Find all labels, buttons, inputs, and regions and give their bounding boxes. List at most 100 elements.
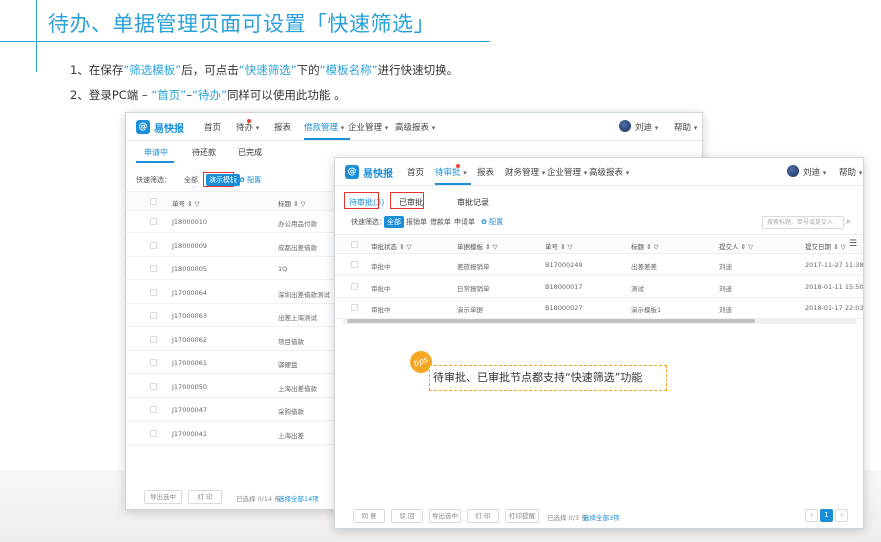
filter-config-link[interactable]: ✿ 配置 <box>481 217 503 227</box>
row-checkbox[interactable] <box>150 382 157 390</box>
print-button[interactable]: 打 印 <box>188 490 222 504</box>
filter-config-label: 配置 <box>489 218 504 226</box>
row-checkbox[interactable] <box>150 265 157 272</box>
filter-config-link[interactable]: ✿ 配置 <box>239 175 261 185</box>
filter-expense[interactable]: 报销单 <box>403 216 430 228</box>
table-row[interactable]: 审批中 演示单据 B18000027 演示模板1 刘迪 2018-01-17 22:03 <box>335 297 863 319</box>
export-selected-button[interactable]: 导出选中 <box>144 490 182 504</box>
column-header-template[interactable]: 单据模板 ⇕ ▽ <box>457 241 498 251</box>
table-row[interactable]: 审批中 差旅报销单 B17000249 出差差差 刘迪 2017-11-27 11:38 <box>335 254 863 276</box>
user-menu[interactable]: 刘迪 ▾ <box>803 166 826 178</box>
nav-home[interactable]: 首页 <box>407 166 424 178</box>
filter-application[interactable]: 申请单 <box>451 216 478 228</box>
active-nav-underline <box>304 138 350 140</box>
nav-home[interactable]: 首页 <box>204 121 221 133</box>
avatar[interactable] <box>619 120 631 132</box>
row-checkbox[interactable] <box>351 304 358 311</box>
search-input[interactable]: 搜索标题、单号或提交人 <box>762 216 844 229</box>
chevron-down-icon: ▾ <box>255 124 260 132</box>
filter-icon: ▽ <box>840 243 846 251</box>
step-text-segment: 进行快速切换。 <box>377 63 459 77</box>
step-text-segment: 同样可以使用此功能 。 <box>226 88 346 102</box>
select-all-checkbox[interactable] <box>150 198 157 205</box>
row-checkbox[interactable] <box>351 282 358 290</box>
cell-number: B18000017 <box>545 282 583 291</box>
scrollbar-thumb[interactable] <box>347 319 755 323</box>
row-checkbox[interactable] <box>150 335 157 343</box>
filter-icon: ▽ <box>653 243 659 251</box>
row-checkbox[interactable] <box>150 406 157 413</box>
search-icon[interactable]: ⌕ <box>846 217 850 227</box>
sub-tabs: 待审批(3) 已审批 审批记录 <box>335 192 863 214</box>
horizontal-scrollbar[interactable] <box>343 318 857 324</box>
nav-enterprise[interactable]: 企业管理 ▾ <box>547 166 587 178</box>
row-checkbox[interactable] <box>150 359 157 366</box>
highlight-box <box>344 192 379 209</box>
export-selected-button[interactable]: 导出选中 <box>429 509 461 523</box>
filter-all[interactable]: 全部 <box>181 174 201 186</box>
selection-count: 已选择 0/3 条 <box>547 514 588 522</box>
select-all-link[interactable]: 选择全部3项 <box>583 512 620 522</box>
cell-number: J17000041 <box>172 429 208 438</box>
pager-next[interactable]: › <box>835 509 848 522</box>
approve-button[interactable]: 同 意 <box>353 509 385 523</box>
tab-pending-repayment[interactable]: 待还款 <box>192 147 216 158</box>
table-row[interactable]: 审批中 日常报销单 B18000017 测试 刘迪 2018-01-11 15:50 <box>335 276 863 298</box>
avatar[interactable] <box>787 165 799 177</box>
nav-advanced-reports[interactable]: 高级报表 ▾ <box>395 121 435 133</box>
tab-approval-records[interactable]: 审批记录 <box>457 197 489 208</box>
select-all-checkbox[interactable] <box>351 241 358 248</box>
nav-enterprise[interactable]: 企业管理 ▾ <box>348 121 388 133</box>
column-header-number[interactable]: 单号 ⇕ ▽ <box>172 198 200 208</box>
nav-todo-label: 待办 <box>236 123 254 133</box>
nav-loan-management[interactable]: 借款管理 ▾ <box>304 121 344 133</box>
row-checkbox[interactable] <box>150 288 157 296</box>
column-header-submitter[interactable]: 提交人 ⇕ ▽ <box>719 241 753 251</box>
nav-pending-approval[interactable]: 待审批 ▾ <box>435 166 467 178</box>
page-title: 待办、单据管理页面可设置「快速筛选」 <box>48 12 435 36</box>
row-checkbox[interactable] <box>150 429 157 437</box>
column-header-status[interactable]: 审批状态 ⇕ ▽ <box>371 241 412 251</box>
tab-applying[interactable]: 申请中 <box>144 147 168 158</box>
pending-approval-window: @ 易快报 首页 待审批 ▾ 报表 财务管理 ▾ 企业管理 ▾ 高级报表 ▾ 刘… <box>334 157 864 529</box>
filter-all[interactable]: 全部 <box>384 216 404 228</box>
column-header-status-label: 审批状态 <box>371 243 397 251</box>
column-header-title[interactable]: 标题 ⇕ ▽ <box>631 241 659 251</box>
row-checkbox[interactable] <box>150 218 157 225</box>
reject-button[interactable]: 驳 回 <box>391 509 423 523</box>
nav-reports[interactable]: 报表 <box>477 166 494 178</box>
row-checkbox[interactable] <box>351 261 358 268</box>
select-all-link[interactable]: 选择全部14项 <box>278 493 319 503</box>
help-menu[interactable]: 帮助 ▾ <box>839 166 862 178</box>
column-settings-icon[interactable]: ☰ <box>849 239 857 249</box>
pager-prev[interactable]: ‹ <box>805 509 818 522</box>
cell-title: 成都出差借款 <box>278 243 317 252</box>
column-header-date[interactable]: 提交日期 ⇕ ▽ <box>805 241 846 251</box>
notification-dot <box>247 119 251 123</box>
filter-icon: ▽ <box>406 243 412 251</box>
user-menu[interactable]: 刘迪 ▾ <box>635 121 658 133</box>
cell-number: J17000047 <box>172 406 208 414</box>
print-reminder-button[interactable]: 打印提醒 <box>505 509 539 523</box>
pager-page[interactable]: 1 <box>820 509 833 522</box>
quick-filter-row: 快速筛选： 全部 报销单 借款单 申请单 ✿ 配置 搜索标题、单号或提交人 ⌕ <box>335 214 863 232</box>
row-checkbox[interactable] <box>150 312 157 319</box>
column-header-title[interactable]: 标题 ⇕ ▽ <box>278 198 306 208</box>
column-header-number[interactable]: 单号 ⇕ ▽ <box>545 241 573 251</box>
row-checkbox[interactable] <box>150 241 157 249</box>
cell-title: 办公用品付款 <box>278 220 317 228</box>
nav-reports[interactable]: 报表 <box>274 121 291 133</box>
cell-number: J17000050 <box>172 382 208 391</box>
help-menu[interactable]: 帮助 ▾ <box>674 121 697 133</box>
chevron-down-icon: ▾ <box>431 124 436 132</box>
gear-icon: ✿ <box>481 218 487 226</box>
cell-date: 2017-11-27 11:38 <box>805 261 864 269</box>
active-tab-underline <box>136 161 174 163</box>
filter-loan[interactable]: 借款单 <box>427 216 454 228</box>
step-text-segment: “待办” <box>192 88 227 102</box>
sort-icon: ⇕ <box>293 200 299 208</box>
nav-advanced-reports[interactable]: 高级报表 ▾ <box>589 166 629 178</box>
tab-completed[interactable]: 已完成 <box>238 147 262 158</box>
nav-finance[interactable]: 财务管理 ▾ <box>505 166 545 178</box>
print-button[interactable]: 打 印 <box>467 509 499 523</box>
